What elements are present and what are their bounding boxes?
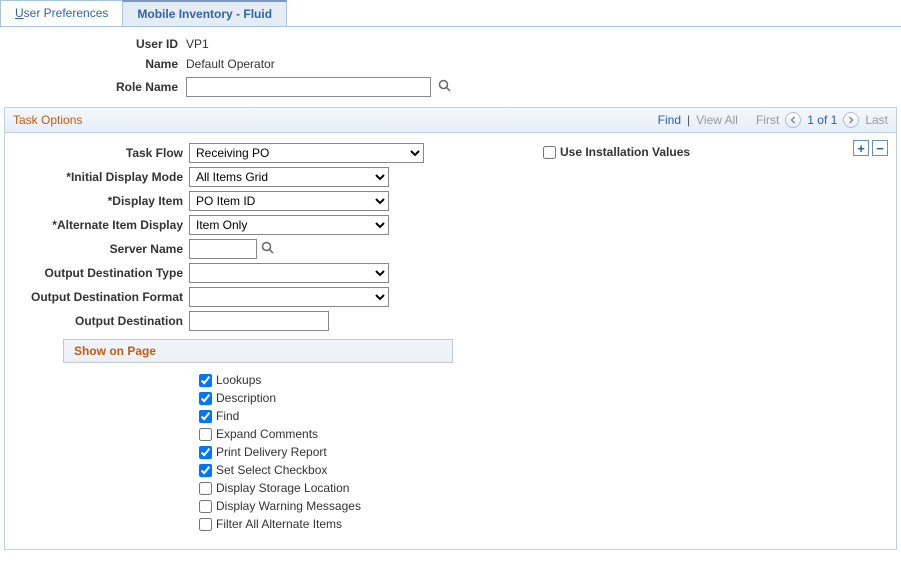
display-storage-label: Display Storage Location xyxy=(216,481,349,495)
expand-comments-label: Expand Comments xyxy=(216,427,318,441)
find-link[interactable]: Find xyxy=(658,113,681,127)
task-flow-label: Task Flow xyxy=(13,146,189,160)
delete-row-button[interactable]: − xyxy=(872,140,888,156)
name-value: Default Operator xyxy=(184,57,275,71)
initial-display-mode-label: *Initial Display Mode xyxy=(13,170,189,184)
display-warning-checkbox[interactable] xyxy=(199,500,212,513)
last-link[interactable]: Last xyxy=(865,113,888,127)
output-destination-input[interactable] xyxy=(189,311,329,331)
use-installation-values-checkbox[interactable] xyxy=(543,146,556,159)
output-dest-type-select[interactable] xyxy=(189,263,389,283)
show-on-page-subsection: Show on Page xyxy=(63,339,453,363)
description-label: Description xyxy=(216,391,276,405)
add-row-button[interactable]: + xyxy=(853,140,869,156)
output-dest-type-label: Output Destination Type xyxy=(13,266,189,280)
nav-position: 1 of 1 xyxy=(807,113,837,127)
filter-alternate-checkbox[interactable] xyxy=(199,518,212,531)
task-options-section: Task Options Find | View All First 1 of … xyxy=(4,107,897,550)
display-storage-checkbox[interactable] xyxy=(199,482,212,495)
first-link[interactable]: First xyxy=(756,113,779,127)
subsection-title: Show on Page xyxy=(74,344,156,358)
find-label: Find xyxy=(216,409,239,423)
print-delivery-label: Print Delivery Report xyxy=(216,445,327,459)
output-dest-format-select[interactable] xyxy=(189,287,389,307)
tab-user-preferences[interactable]: User Preferences xyxy=(0,0,123,26)
server-name-label: Server Name xyxy=(13,242,189,256)
display-item-select[interactable]: PO Item ID xyxy=(189,191,389,211)
user-id-value: VP1 xyxy=(184,37,209,51)
role-name-label: Role Name xyxy=(4,80,184,94)
page-content: User ID VP1 Name Default Operator Role N… xyxy=(0,27,901,560)
next-arrow-icon[interactable] xyxy=(843,112,859,128)
filter-alternate-label: Filter All Alternate Items xyxy=(216,517,342,531)
output-dest-format-label: Output Destination Format xyxy=(13,290,189,304)
lookups-checkbox[interactable] xyxy=(199,374,212,387)
role-name-input[interactable] xyxy=(186,77,431,97)
section-title: Task Options xyxy=(13,113,82,127)
initial-display-mode-select[interactable]: All Items Grid xyxy=(189,167,389,187)
output-destination-label: Output Destination xyxy=(13,314,189,328)
display-warning-label: Display Warning Messages xyxy=(216,499,361,513)
expand-comments-checkbox[interactable] xyxy=(199,428,212,441)
server-name-input[interactable] xyxy=(189,239,257,259)
lookups-label: Lookups xyxy=(216,373,261,387)
description-checkbox[interactable] xyxy=(199,392,212,405)
use-installation-values-label: Use Installation Values xyxy=(560,145,690,159)
alternate-item-display-select[interactable]: Item Only xyxy=(189,215,389,235)
tab-mobile-inventory[interactable]: Mobile Inventory - Fluid xyxy=(122,0,287,26)
tab-bar: User Preferences Mobile Inventory - Flui… xyxy=(0,0,901,27)
find-checkbox[interactable] xyxy=(199,410,212,423)
view-all-link[interactable]: View All xyxy=(696,113,738,127)
set-select-checkbox[interactable] xyxy=(199,464,212,477)
set-select-label: Set Select Checkbox xyxy=(216,463,327,477)
lookup-icon[interactable] xyxy=(438,79,452,96)
prev-arrow-icon[interactable] xyxy=(785,112,801,128)
task-flow-select[interactable]: Receiving PO xyxy=(189,143,424,163)
section-nav: Find | View All First 1 of 1 Last xyxy=(658,112,888,128)
name-label: Name xyxy=(4,57,184,71)
user-id-label: User ID xyxy=(4,37,184,51)
lookup-icon[interactable] xyxy=(261,241,275,258)
alternate-item-display-label: *Alternate Item Display xyxy=(13,218,189,232)
display-item-label: *Display Item xyxy=(13,194,189,208)
print-delivery-checkbox[interactable] xyxy=(199,446,212,459)
